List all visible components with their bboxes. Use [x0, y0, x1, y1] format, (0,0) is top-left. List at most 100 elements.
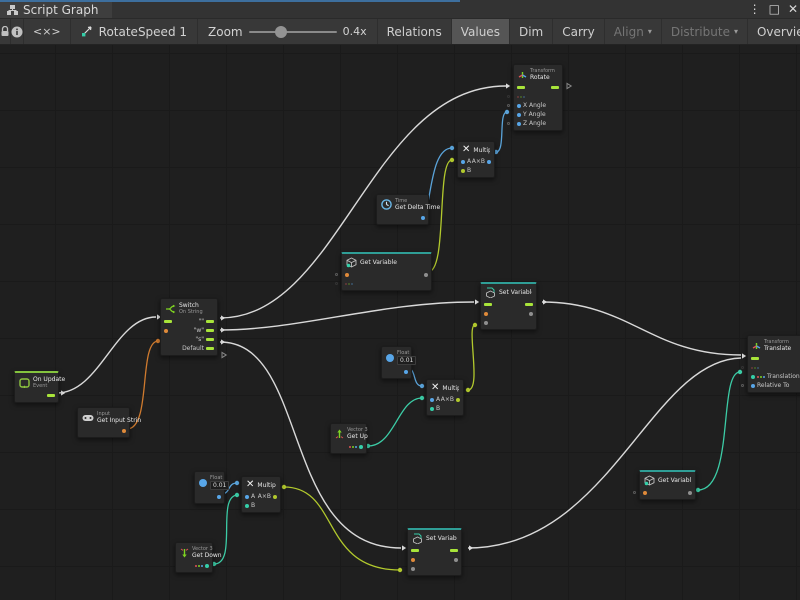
window-close-button[interactable]: ✕ — [788, 2, 798, 16]
control-in-port[interactable] — [411, 549, 419, 552]
value-out-port[interactable] — [424, 273, 428, 277]
variable-name-port[interactable] — [411, 558, 415, 562]
fallback-port[interactable] — [345, 283, 353, 285]
control-out-port[interactable] — [525, 303, 533, 306]
node-title: Multiply — [442, 385, 459, 392]
node-float-mid[interactable]: Float 0.01 — [381, 346, 412, 379]
node-translate[interactable]: Transform Translate Translation Relative… — [747, 335, 800, 393]
relative-to-port[interactable] — [751, 384, 755, 388]
variable-name-port[interactable] — [643, 491, 647, 495]
float-out-port[interactable] — [217, 495, 221, 499]
node-rotate[interactable]: Transform Rotate X Angle Y Angle Z Angle — [513, 64, 563, 131]
b-port[interactable] — [430, 407, 434, 411]
case-out-port[interactable] — [206, 320, 214, 323]
default-out-port[interactable] — [206, 347, 214, 350]
node-get-down[interactable]: Vector 3 Get Down — [175, 542, 213, 573]
zoom-slider[interactable] — [249, 31, 337, 33]
control-out-port[interactable] — [450, 549, 458, 552]
delta-out-port[interactable] — [421, 216, 425, 220]
x-angle-port[interactable] — [517, 104, 521, 108]
window-menu-button[interactable]: ⋮ — [749, 2, 761, 16]
node-set-variable-top[interactable]: Set Variable — [480, 282, 537, 330]
node-float-low[interactable]: Float 0.01 — [194, 471, 225, 504]
node-multiply-low[interactable]: ✕ Multiply A A×B B — [241, 476, 281, 513]
value-in-port[interactable] — [484, 321, 488, 325]
product-port[interactable] — [456, 398, 460, 402]
wire-switch-to-setvar-top[interactable] — [220, 302, 474, 330]
transform-target-port[interactable] — [751, 367, 759, 369]
vector3-out-port[interactable] — [195, 565, 203, 567]
control-out-port[interactable] — [551, 86, 559, 89]
inspect-button[interactable] — [11, 19, 24, 44]
lock-button[interactable] — [0, 19, 11, 44]
y-angle-label: Y Angle — [523, 111, 546, 118]
wire-multiply-low-to-setvar-bottom[interactable] — [284, 487, 400, 570]
graph-breadcrumb[interactable]: RotateSpeed 1 — [71, 19, 198, 44]
b-label: B — [251, 502, 255, 509]
product-port[interactable] — [487, 160, 491, 164]
a-port[interactable] — [461, 160, 465, 164]
edit-code-button[interactable]: <×> — [24, 19, 71, 44]
node-get-delta-time[interactable]: Time Get Delta Time — [376, 194, 429, 225]
align-dropdown[interactable]: Align ▾ — [605, 19, 662, 44]
y-angle-port[interactable] — [517, 113, 521, 117]
b-port[interactable] — [245, 504, 249, 508]
wire-multiply-mid-to-setvar-top[interactable] — [468, 325, 475, 390]
wire-getup-to-multiply-mid-b[interactable] — [368, 398, 422, 446]
variable-name-port[interactable] — [345, 273, 349, 277]
out-dot[interactable] — [359, 445, 363, 449]
vector3-out-port[interactable] — [349, 446, 357, 448]
graph-canvas[interactable]: Transform Rotate X Angle Y Angle Z Angle… — [0, 45, 800, 600]
node-set-variable-bottom[interactable]: Set Variable — [407, 528, 462, 576]
relations-button[interactable]: Relations — [378, 19, 452, 44]
string-out-port[interactable] — [122, 429, 126, 433]
wire-on-update-to-switch[interactable] — [57, 317, 156, 393]
node-get-variable-mid[interactable]: Get Variable — [341, 252, 432, 291]
node-get-input-string[interactable]: Input Get Input Strin — [77, 407, 130, 438]
overview-button[interactable]: Overview — [748, 19, 800, 44]
node-switch[interactable]: Switch On String "" "w" "s" Default — [160, 298, 218, 356]
float-value-field[interactable]: 0.01 — [210, 481, 229, 490]
node-on-update[interactable]: On Update Event — [14, 371, 59, 403]
value-out-port[interactable] — [688, 491, 692, 495]
case-out-port[interactable] — [206, 329, 214, 332]
value-in-port[interactable] — [411, 567, 415, 571]
z-angle-port[interactable] — [517, 122, 521, 126]
wire-getvar-right-to-translate[interactable] — [698, 372, 740, 490]
node-multiply-top[interactable]: ✕ Multiply A A×B B — [457, 141, 495, 178]
values-button[interactable]: Values — [452, 19, 510, 44]
translation-port[interactable] — [751, 375, 755, 379]
value-out-port[interactable] — [529, 312, 533, 316]
dim-button[interactable]: Dim — [510, 19, 553, 44]
variable-name-port[interactable] — [484, 312, 488, 316]
float-value-field[interactable]: 0.01 — [397, 356, 416, 365]
control-in-port[interactable] — [751, 357, 759, 360]
node-multiply-mid[interactable]: ✕ Multiply A A×B B — [426, 379, 464, 416]
case-out-port[interactable] — [206, 338, 214, 341]
tab-script-graph[interactable]: Script Graph — [0, 2, 112, 18]
node-title: Get Input Strin — [97, 417, 141, 424]
float-out-port[interactable] — [404, 370, 408, 374]
wire-setvar-top-to-translate[interactable] — [542, 302, 741, 355]
wire-multiply-to-rotate-angle[interactable] — [496, 112, 507, 152]
control-in-port[interactable] — [517, 86, 525, 89]
window-maximize-button[interactable]: □ — [769, 2, 780, 16]
control-out-port[interactable] — [47, 394, 55, 397]
transform-target-port[interactable] — [517, 96, 525, 98]
carry-button[interactable]: Carry — [553, 19, 605, 44]
wire-setvar-bottom-to-translate[interactable] — [468, 358, 741, 548]
a-port[interactable] — [245, 495, 249, 499]
out-dot[interactable] — [205, 564, 209, 568]
product-port[interactable] — [273, 495, 277, 499]
wire-endpoint — [466, 388, 470, 392]
control-in-port[interactable] — [484, 303, 492, 306]
node-get-up[interactable]: Vector 3 Get Up — [330, 423, 367, 454]
selector-port[interactable] — [164, 329, 168, 333]
a-port[interactable] — [430, 398, 434, 402]
distribute-dropdown[interactable]: Distribute ▾ — [662, 19, 748, 44]
b-port[interactable] — [461, 169, 465, 173]
control-in-port[interactable] — [164, 320, 172, 323]
zoom-slider-thumb[interactable] — [275, 26, 287, 38]
node-get-variable-right[interactable]: Get Variable — [639, 470, 696, 500]
value-out-port[interactable] — [454, 558, 458, 562]
